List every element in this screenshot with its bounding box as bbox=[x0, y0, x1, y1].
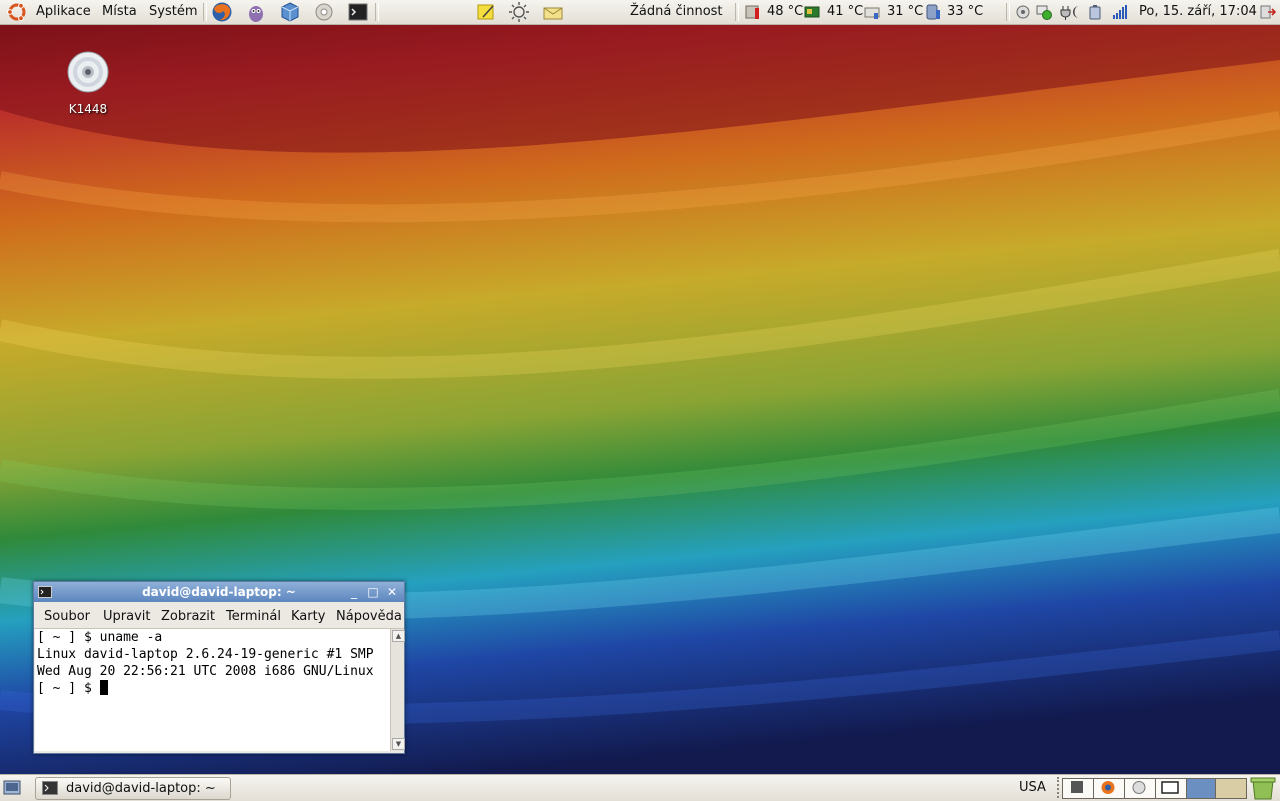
terminal-output[interactable]: [ ~ ] $ uname -a Linux david-laptop 2.6.2… bbox=[35, 629, 391, 751]
terminal-line: [ ~ ] $ uname -a bbox=[37, 630, 163, 645]
taskbar-item-terminal[interactable]: david@david-laptop: ~ bbox=[35, 777, 231, 800]
wireless-signal-icon[interactable] bbox=[1112, 4, 1128, 20]
keyboard-layout-indicator[interactable]: USA bbox=[1019, 780, 1046, 795]
menu-file[interactable]: Soubor bbox=[44, 609, 90, 624]
menu-system[interactable]: Systém bbox=[149, 4, 197, 19]
panel-separator bbox=[735, 3, 739, 21]
disk-temp-icon bbox=[864, 7, 880, 19]
cpu-temp-icon bbox=[745, 5, 759, 19]
menu-view[interactable]: Zobrazit bbox=[161, 609, 215, 624]
maximize-button[interactable]: □ bbox=[365, 584, 381, 600]
notes-icon[interactable] bbox=[475, 1, 497, 23]
menu-terminal[interactable]: Terminál bbox=[226, 609, 281, 624]
close-button[interactable]: ✕ bbox=[384, 584, 400, 600]
gpu-temp-value: 33 °C bbox=[947, 4, 984, 19]
scrollbar[interactable]: ▲ ▼ bbox=[390, 629, 405, 751]
terminal-window[interactable]: david@david-laptop: ~ _ □ ✕ Soubor Uprav… bbox=[33, 581, 405, 754]
desktop-icon-label: K1448 bbox=[68, 102, 108, 116]
gpu-temp-icon bbox=[926, 4, 940, 20]
disk-temp-value: 31 °C bbox=[887, 4, 924, 19]
board-temp-value: 41 °C bbox=[827, 4, 864, 19]
panel-separator bbox=[1006, 3, 1010, 21]
text-cursor bbox=[99, 680, 108, 695]
menu-edit[interactable]: Upravit bbox=[103, 609, 150, 624]
brightness-icon[interactable] bbox=[508, 1, 530, 23]
desktop-icon-k1448[interactable]: K1448 bbox=[58, 50, 118, 116]
menu-help[interactable]: Nápověda bbox=[336, 609, 402, 624]
scroll-down-button[interactable]: ▼ bbox=[392, 738, 405, 750]
moon-icon[interactable] bbox=[1069, 4, 1085, 20]
workspace-4[interactable] bbox=[1155, 778, 1187, 799]
board-temp-icon bbox=[804, 6, 820, 18]
cpufreq-icon[interactable] bbox=[1015, 4, 1031, 20]
battery-icon[interactable] bbox=[1087, 4, 1103, 20]
menu-places[interactable]: Místa bbox=[102, 4, 137, 19]
terminal-icon bbox=[42, 781, 58, 795]
terminal-prompt: [ ~ ] $ bbox=[37, 681, 100, 696]
cpu-temp-value: 48 °C bbox=[767, 4, 804, 19]
workspace-6[interactable] bbox=[1215, 778, 1247, 799]
terminal-line: Wed Aug 20 22:56:21 UTC 2008 i686 GNU/Li… bbox=[37, 664, 374, 679]
scroll-up-button[interactable]: ▲ bbox=[392, 630, 405, 642]
workspace-2[interactable] bbox=[1093, 778, 1125, 799]
workspace-3[interactable] bbox=[1124, 778, 1156, 799]
workspace-5-active[interactable] bbox=[1186, 778, 1218, 799]
mail-icon[interactable] bbox=[542, 1, 564, 23]
disc-burner-launcher-icon[interactable] bbox=[313, 1, 335, 23]
pidgin-launcher-icon[interactable] bbox=[245, 1, 267, 23]
terminal-prompt-line: [ ~ ] $ bbox=[37, 680, 391, 697]
firefox-launcher-icon[interactable] bbox=[211, 1, 233, 23]
terminal-line: Linux david-laptop 2.6.24-19-generic #1 … bbox=[37, 647, 374, 662]
menu-tabs[interactable]: Karty bbox=[291, 609, 325, 624]
top-panel: Aplikace Místa Systém Žádná činnost 48 °… bbox=[0, 0, 1280, 25]
disc-thumbnail-icon bbox=[1132, 781, 1146, 794]
terminal-launcher-icon[interactable] bbox=[347, 1, 369, 23]
menu-applications[interactable]: Aplikace bbox=[36, 4, 91, 19]
bottom-panel: david@david-laptop: ~ USA bbox=[0, 774, 1280, 801]
taskbar-item-label: david@david-laptop: ~ bbox=[66, 781, 216, 796]
activity-status[interactable]: Žádná činnost bbox=[630, 4, 723, 19]
shutdown-icon[interactable] bbox=[1260, 4, 1276, 20]
panel-separator bbox=[375, 3, 379, 21]
window-thumbnail-icon bbox=[1161, 781, 1179, 794]
trash-icon[interactable] bbox=[1248, 776, 1278, 800]
firefox-thumbnail-icon bbox=[1101, 781, 1115, 794]
panel-separator bbox=[203, 3, 207, 21]
terminal-menubar: Soubor Upravit Zobrazit Terminál Karty N… bbox=[34, 602, 404, 629]
network-connected-icon[interactable] bbox=[1036, 4, 1052, 20]
minimize-button[interactable]: _ bbox=[346, 584, 362, 600]
show-desktop-icon[interactable] bbox=[3, 779, 21, 797]
window-titlebar[interactable]: david@david-laptop: ~ _ □ ✕ bbox=[34, 582, 404, 602]
ubuntu-logo-icon bbox=[7, 2, 26, 22]
clock[interactable]: Po, 15. září, 17:04 bbox=[1139, 4, 1257, 19]
virtualbox-launcher-icon[interactable] bbox=[279, 1, 301, 23]
terminal-thumbnail-icon bbox=[1071, 781, 1083, 793]
cd-icon bbox=[67, 51, 109, 93]
workspace-1[interactable] bbox=[1062, 778, 1094, 799]
